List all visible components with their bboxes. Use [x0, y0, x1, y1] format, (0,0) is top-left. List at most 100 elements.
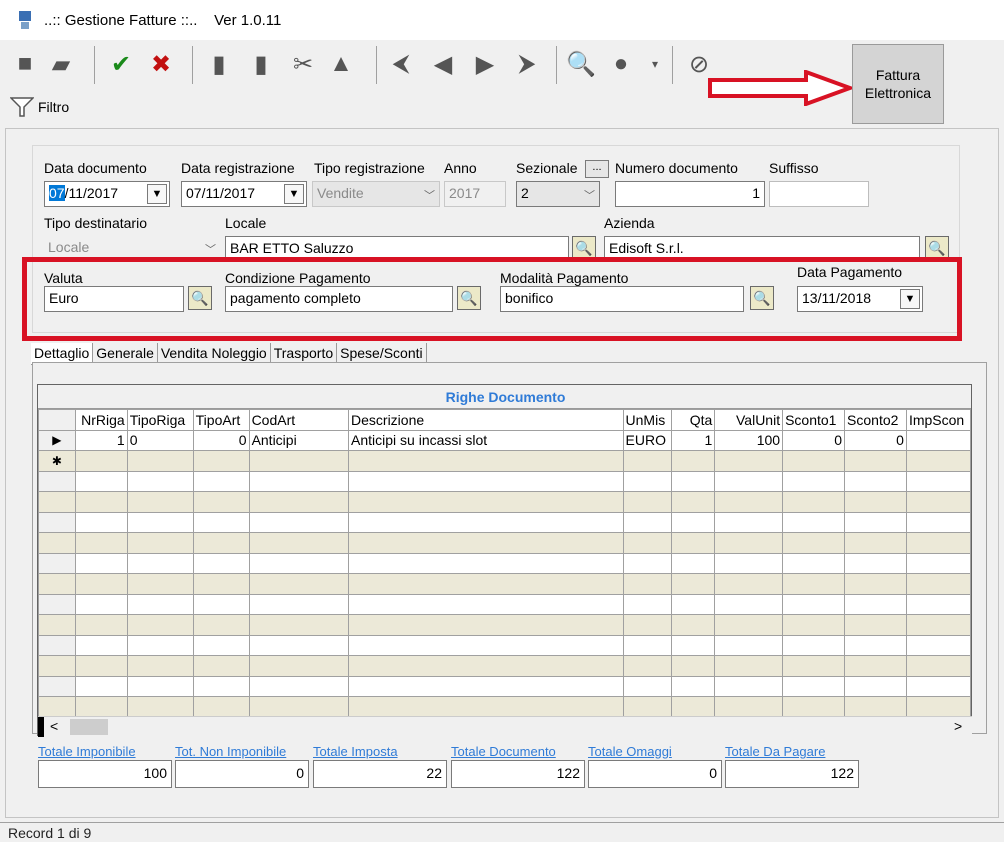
totale-omaggi-field[interactable]: 0	[588, 760, 722, 788]
empty-row	[38, 655, 971, 677]
col-sconto2[interactable]: Sconto2	[844, 409, 907, 431]
totale-imposta-field[interactable]: 22	[313, 760, 447, 788]
righe-documento-grid[interactable]: Righe Documento NrRiga TipoRiga TipoArt …	[37, 384, 972, 736]
folder-icon[interactable]: ▰	[46, 48, 76, 80]
chevron-down-icon[interactable]: ▼	[284, 184, 304, 204]
totale-da-pagare-field[interactable]: 122	[725, 760, 859, 788]
tab-generale[interactable]: Generale	[93, 343, 158, 364]
scroll-thumb[interactable]	[70, 719, 108, 735]
modalita-pagamento-field[interactable]: bonifico	[500, 286, 744, 312]
paste-icon[interactable]: ▲	[326, 48, 356, 80]
data-documento-label: Data documento	[44, 160, 147, 176]
col-unmis[interactable]: UnMis	[622, 409, 672, 431]
lookup-icon[interactable]: 🔍	[457, 286, 481, 310]
toolbar-separator	[556, 46, 557, 84]
grid-header-row: NrRiga TipoRiga TipoArt CodArt Descrizio…	[38, 409, 971, 431]
col-tiporiga[interactable]: TipoRiga	[126, 409, 194, 431]
cell-codart[interactable]: Anticipi	[248, 429, 350, 451]
numero-documento-label: Numero documento	[615, 160, 738, 176]
col-impscon[interactable]: ImpScon	[905, 409, 971, 431]
data-documento-day: 07	[49, 185, 65, 201]
totale-imponibile-field[interactable]: 100	[38, 760, 172, 788]
cell-nrriga[interactable]: 1	[74, 429, 128, 451]
funnel-icon	[10, 97, 34, 117]
tab-trasporto[interactable]: Trasporto	[271, 343, 338, 364]
scroll-left-icon[interactable]: <	[50, 718, 58, 734]
col-tipoart[interactable]: TipoArt	[192, 409, 250, 431]
cell-tipoart[interactable]: 0	[192, 429, 250, 451]
cell-unmis[interactable]: EURO	[622, 429, 672, 451]
sezionale-select[interactable]: 2 ﹀	[516, 181, 600, 207]
totale-imponibile-label: Totale Imponibile	[38, 744, 136, 759]
numero-documento-field[interactable]: 1	[615, 181, 765, 207]
chevron-down-icon[interactable]: ▼	[900, 289, 920, 309]
prev-record-icon[interactable]: ◀	[428, 48, 458, 80]
horizontal-scrollbar[interactable]: < >	[38, 716, 972, 737]
cell-descrizione[interactable]: Anticipi su incassi slot	[348, 429, 624, 451]
col-codart[interactable]: CodArt	[248, 409, 350, 431]
empty-row	[38, 634, 971, 656]
grid-table: NrRiga TipoRiga TipoArt CodArt Descrizio…	[38, 409, 971, 718]
options-icon[interactable]: ●	[606, 48, 636, 80]
doc2-icon[interactable]: ▮	[246, 48, 276, 80]
new-row[interactable]: ✱	[38, 450, 971, 472]
search-icon[interactable]: 🔍	[566, 48, 596, 80]
condizione-pagamento-field[interactable]: pagamento completo	[225, 286, 453, 312]
empty-row	[38, 593, 971, 615]
sezionale-label: Sezionale	[516, 160, 578, 176]
data-documento-field[interactable]: 07/11/2017 ▼	[44, 181, 170, 207]
totale-omaggi-label: Totale Omaggi	[588, 744, 672, 759]
col-qta[interactable]: Qta	[670, 409, 716, 431]
toolbar-separator	[94, 46, 95, 84]
status-bar: Record 1 di 9	[0, 822, 1004, 842]
confirm-save-icon[interactable]: ✔	[106, 48, 136, 80]
cell-tiporiga[interactable]: 0	[126, 429, 194, 451]
lookup-icon[interactable]: 🔍	[188, 286, 212, 310]
delete-save-icon[interactable]: ✖	[146, 48, 176, 80]
next-record-icon[interactable]: ▶	[470, 48, 500, 80]
valuta-field[interactable]: Euro	[44, 286, 184, 312]
totale-documento-label: Totale Documento	[451, 744, 556, 759]
new-row-icon: ✱	[38, 450, 76, 472]
suffisso-field[interactable]	[769, 181, 869, 207]
save-copy-icon[interactable]: ■	[10, 48, 40, 80]
cell-impscon[interactable]	[905, 429, 971, 451]
empty-row	[38, 511, 971, 533]
col-valunit[interactable]: ValUnit	[714, 409, 784, 431]
data-documento-rest: /11/2017	[64, 185, 119, 201]
data-registrazione-value: 07/11/2017	[186, 185, 256, 201]
data-pagamento-label: Data Pagamento	[797, 264, 903, 280]
cut-icon[interactable]: ✂	[288, 48, 318, 80]
totale-da-pagare-label: Totale Da Pagare	[725, 744, 826, 759]
tab-dettaglio[interactable]: Dettaglio	[31, 343, 94, 364]
first-record-icon[interactable]: ⮜	[386, 48, 416, 80]
filter-button[interactable]: Filtro	[10, 96, 69, 118]
tab-vendita-noleggio[interactable]: Vendita Noleggio	[158, 343, 271, 364]
doc-icon[interactable]: ▮	[204, 48, 234, 80]
toolbar-separator	[192, 46, 193, 84]
sezionale-button[interactable]: ...	[585, 160, 609, 178]
tot-non-imponibile-field[interactable]: 0	[175, 760, 309, 788]
col-sconto1[interactable]: Sconto1	[782, 409, 846, 431]
tab-spese-sconti[interactable]: Spese/Sconti	[337, 343, 427, 364]
cell-qta[interactable]: 1	[670, 429, 716, 451]
cell-sconto2[interactable]: 0	[844, 429, 907, 451]
data-registrazione-field[interactable]: 07/11/2017 ▼	[181, 181, 307, 207]
totale-documento-field[interactable]: 122	[451, 760, 585, 788]
cell-valunit[interactable]: 100	[714, 429, 784, 451]
col-nrriga[interactable]: NrRiga	[74, 409, 128, 431]
chevron-down-icon[interactable]: ▾	[640, 48, 670, 80]
anno-field[interactable]: 2017	[444, 181, 506, 207]
cell-sconto1[interactable]: 0	[782, 429, 846, 451]
lookup-icon[interactable]: 🔍	[750, 286, 774, 310]
col-descrizione[interactable]: Descrizione	[348, 409, 624, 431]
scroll-right-icon[interactable]: >	[954, 718, 962, 734]
data-pagamento-field[interactable]: 13/11/2018 ▼	[797, 286, 923, 312]
tipo-registrazione-select[interactable]: Vendite ﹀	[312, 181, 440, 207]
table-row[interactable]: ▶ 1 0 0 Anticipi Anticipi su incassi slo…	[38, 429, 971, 451]
chevron-down-icon[interactable]: ▼	[147, 184, 167, 204]
last-record-icon[interactable]: ⮞	[512, 48, 542, 80]
fattura-elettronica-button[interactable]: Fattura Elettronica	[852, 44, 944, 124]
window-title: ..:: Gestione Fatture ::.. Ver 1.0.11	[44, 12, 282, 29]
chevron-down-icon: ﹀	[584, 190, 595, 202]
